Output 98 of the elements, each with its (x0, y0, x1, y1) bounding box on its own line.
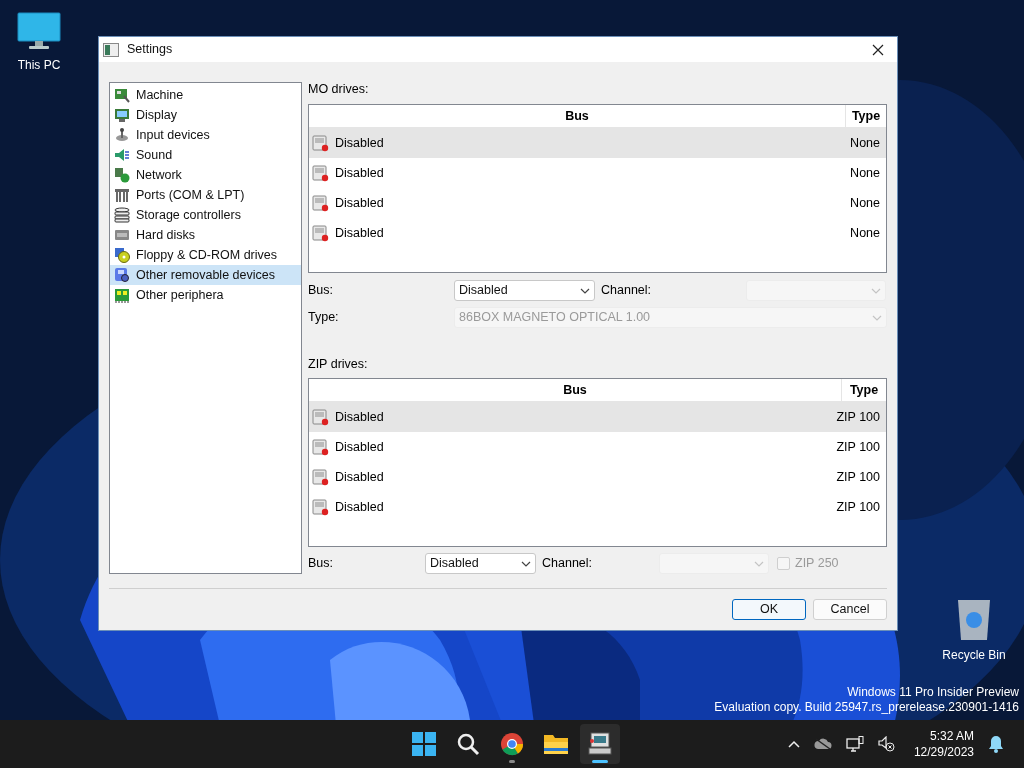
chevron-down-icon (872, 314, 882, 321)
drive-icon (312, 194, 329, 212)
disc-icon (114, 247, 130, 263)
dialog-button[interactable]: Cancel (813, 599, 887, 620)
category-item[interactable]: Other periphera (110, 285, 301, 305)
column-header[interactable]: Bus (309, 105, 846, 127)
category-item[interactable]: Machine (110, 85, 301, 105)
table-cell-text: None (850, 224, 880, 242)
category-item[interactable]: Storage controllers (110, 205, 301, 225)
field-label: Bus: (308, 282, 334, 300)
table-cell-text: Disabled (335, 498, 385, 516)
chevron-down-icon (580, 287, 590, 294)
category-item[interactable]: Sound (110, 145, 301, 165)
desktop-icon-label[interactable]: This PC (17, 56, 61, 74)
browser-icon (500, 732, 524, 756)
drive-icon (312, 438, 329, 456)
column-header[interactable]: Bus (309, 379, 842, 401)
dropdown[interactable]: Disabled (425, 553, 536, 574)
drive-icon (312, 468, 329, 486)
muted-speaker-icon[interactable] (877, 736, 896, 752)
table-cell-text: Disabled (335, 468, 385, 486)
table-cell-text: Disabled (335, 194, 385, 212)
field-label: Type: (308, 309, 340, 327)
section-label: ZIP drives: (308, 357, 369, 371)
monitor-icon (17, 12, 61, 52)
storage-icon (114, 207, 130, 223)
category-item[interactable]: Floppy & CD-ROM drives (110, 245, 301, 265)
clock-time[interactable]: 5:32 AM (929, 728, 974, 744)
joystick-icon (114, 127, 130, 143)
table-row[interactable]: Disabled ZIP 100 (309, 402, 886, 432)
table-cell-text: ZIP 100 (836, 408, 880, 426)
category-item[interactable]: Input devices (110, 125, 301, 145)
table-row[interactable]: Disabled ZIP 100 (309, 432, 886, 462)
table-cell-text: Disabled (335, 164, 385, 182)
speaker-icon (114, 147, 130, 163)
table-cell-text: None (850, 194, 880, 212)
table-row[interactable]: Disabled None (309, 218, 886, 248)
checkbox-label: ZIP 250 (795, 555, 839, 573)
network-icon (114, 167, 130, 183)
drive-icon (312, 134, 329, 152)
close-icon (872, 43, 884, 56)
category-item[interactable]: Hard disks (110, 225, 301, 245)
category-item[interactable]: Network (110, 165, 301, 185)
search-icon (456, 732, 480, 756)
running-indicator (509, 760, 515, 763)
table-row[interactable]: Disabled None (309, 188, 886, 218)
cloud-icon[interactable] (813, 738, 832, 750)
table-cell-text: ZIP 100 (836, 498, 880, 516)
table-row[interactable]: Disabled None (309, 158, 886, 188)
bell-icon[interactable] (988, 735, 1004, 753)
drive-icon (312, 498, 329, 516)
emulator-icon (588, 732, 612, 756)
category-item[interactable]: Ports (COM & LPT) (110, 185, 301, 205)
table-cell-text: Disabled (335, 438, 385, 456)
table-row[interactable]: Disabled ZIP 100 (309, 492, 886, 522)
category-item[interactable]: Display (110, 105, 301, 125)
taskbar-button[interactable] (580, 724, 620, 764)
desktop-icon-label[interactable]: Recycle Bin (942, 646, 1006, 664)
table-cell-text: ZIP 100 (836, 438, 880, 456)
column-header[interactable]: Type (846, 105, 886, 127)
app-icon (103, 42, 119, 57)
field-label: Bus: (308, 555, 334, 573)
field-label: Channel: (601, 282, 653, 300)
windows-logo-icon (412, 732, 436, 756)
card-icon (114, 287, 130, 303)
window-title: Settings (127, 41, 173, 59)
removable-drive-icon (114, 267, 130, 283)
table-cell-text: Disabled (335, 134, 385, 152)
clock-date[interactable]: 12/29/2023 (913, 744, 974, 760)
chevron-down-icon (754, 560, 764, 567)
drive-icon (312, 224, 329, 242)
drive-icon (312, 164, 329, 182)
table-cell-text: Disabled (335, 408, 385, 426)
monitor-icon (114, 107, 130, 123)
column-header[interactable]: Type (842, 379, 886, 401)
watermark-text: Windows 11 Pro Insider Preview (847, 685, 1019, 700)
recycle-bin-icon (956, 598, 992, 642)
chevron-down-icon (521, 560, 531, 567)
ports-icon (114, 187, 130, 203)
chevron-down-icon (871, 287, 881, 294)
field-label: Channel: (542, 555, 594, 573)
section-label: MO drives: (308, 82, 370, 96)
table-cell-text: Disabled (335, 224, 385, 242)
table-cell-text: ZIP 100 (836, 468, 880, 486)
table-row[interactable]: Disabled None (309, 128, 886, 158)
dropdown[interactable]: Disabled (454, 280, 595, 301)
chip-icon (114, 87, 130, 103)
table-cell-text: None (850, 164, 880, 182)
running-indicator (592, 760, 608, 763)
table-cell-text: None (850, 134, 880, 152)
folder-icon (543, 733, 569, 755)
category-item[interactable]: Other removable devices (110, 265, 301, 285)
drive-icon (312, 408, 329, 426)
watermark-text: Evaluation copy. Build 25947.rs_prerelease.230901-1416 (714, 700, 1019, 715)
chevron-up-icon[interactable] (787, 740, 800, 748)
dialog-button[interactable]: OK (732, 599, 806, 620)
network-icon[interactable] (845, 736, 864, 752)
table-row[interactable]: Disabled ZIP 100 (309, 462, 886, 492)
